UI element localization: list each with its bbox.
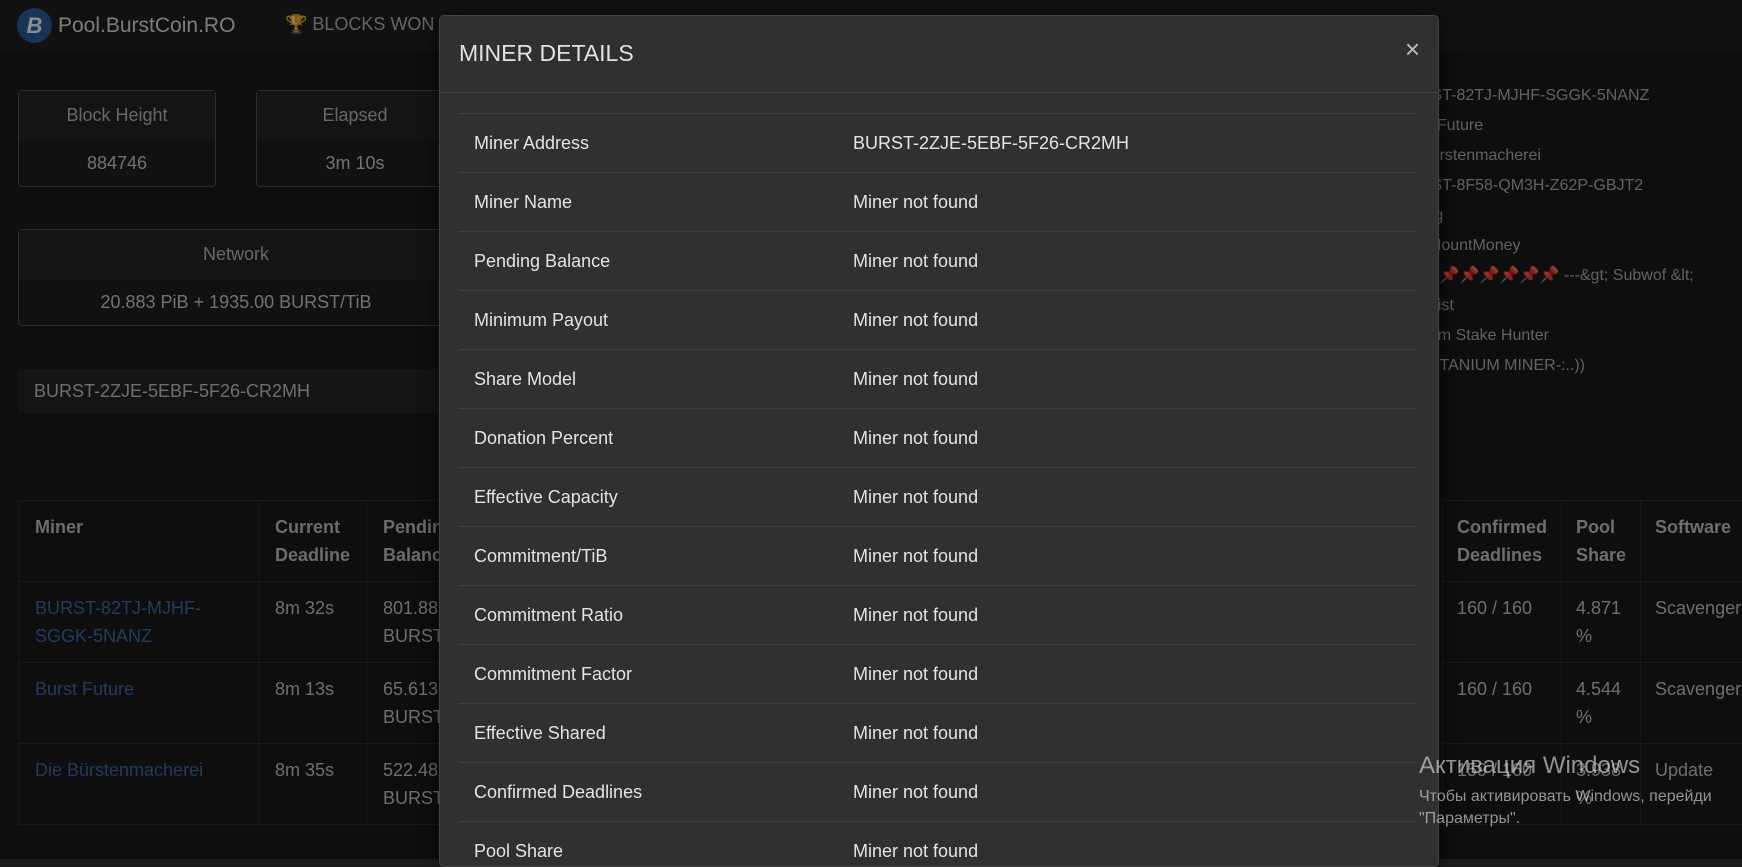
detail-row: Commitment/TiBMiner not found <box>459 527 1416 586</box>
detail-label: Share Model <box>459 350 838 409</box>
detail-row: Pool ShareMiner not found <box>459 822 1416 867</box>
detail-value: Miner not found <box>838 527 1416 586</box>
windows-activation-watermark: Активация Windows Чтобы активировать Win… <box>1419 752 1712 830</box>
detail-row: Miner AddressBURST-2ZJE-5EBF-5F26-CR2MH <box>459 114 1416 173</box>
detail-label: Pending Balance <box>459 232 838 291</box>
detail-label: Effective Capacity <box>459 468 838 527</box>
watermark-line1: Чтобы активировать Windows, перейди <box>1419 786 1712 808</box>
detail-label: Effective Shared <box>459 704 838 763</box>
detail-row: Confirmed DeadlinesMiner not found <box>459 763 1416 822</box>
miner-details-table: Miner AddressBURST-2ZJE-5EBF-5F26-CR2MH … <box>459 113 1416 867</box>
detail-value: Miner not found <box>838 586 1416 645</box>
detail-row: Effective SharedMiner not found <box>459 704 1416 763</box>
detail-value: Miner not found <box>838 704 1416 763</box>
modal-header: MINER DETAILS × <box>440 16 1438 93</box>
detail-value: Miner not found <box>838 409 1416 468</box>
watermark-line2: "Параметры". <box>1419 808 1712 830</box>
detail-row: Pending BalanceMiner not found <box>459 232 1416 291</box>
detail-value: Miner not found <box>838 232 1416 291</box>
detail-label: Pool Share <box>459 822 838 867</box>
modal-title: MINER DETAILS <box>459 40 634 67</box>
detail-value: Miner not found <box>838 763 1416 822</box>
detail-value: Miner not found <box>838 645 1416 704</box>
detail-label: Commitment Factor <box>459 645 838 704</box>
detail-label: Miner Name <box>459 173 838 232</box>
detail-value: Miner not found <box>838 173 1416 232</box>
detail-row: Donation PercentMiner not found <box>459 409 1416 468</box>
detail-label: Donation Percent <box>459 409 838 468</box>
close-icon[interactable]: × <box>1405 34 1420 65</box>
detail-row: Commitment FactorMiner not found <box>459 645 1416 704</box>
detail-row: Miner NameMiner not found <box>459 173 1416 232</box>
miner-details-modal: MINER DETAILS × Miner AddressBURST-2ZJE-… <box>439 15 1439 867</box>
detail-row: Minimum PayoutMiner not found <box>459 291 1416 350</box>
detail-row: Commitment RatioMiner not found <box>459 586 1416 645</box>
watermark-title: Активация Windows <box>1419 752 1712 780</box>
detail-label: Commitment Ratio <box>459 586 838 645</box>
detail-value: BURST-2ZJE-5EBF-5F26-CR2MH <box>838 114 1416 173</box>
detail-label: Commitment/TiB <box>459 527 838 586</box>
detail-value: Miner not found <box>838 468 1416 527</box>
detail-row: Effective CapacityMiner not found <box>459 468 1416 527</box>
detail-row: Share ModelMiner not found <box>459 350 1416 409</box>
detail-label: Minimum Payout <box>459 291 838 350</box>
detail-label: Confirmed Deadlines <box>459 763 838 822</box>
detail-label: Miner Address <box>459 114 838 173</box>
detail-value: Miner not found <box>838 291 1416 350</box>
detail-value: Miner not found <box>838 822 1416 867</box>
detail-value: Miner not found <box>838 350 1416 409</box>
